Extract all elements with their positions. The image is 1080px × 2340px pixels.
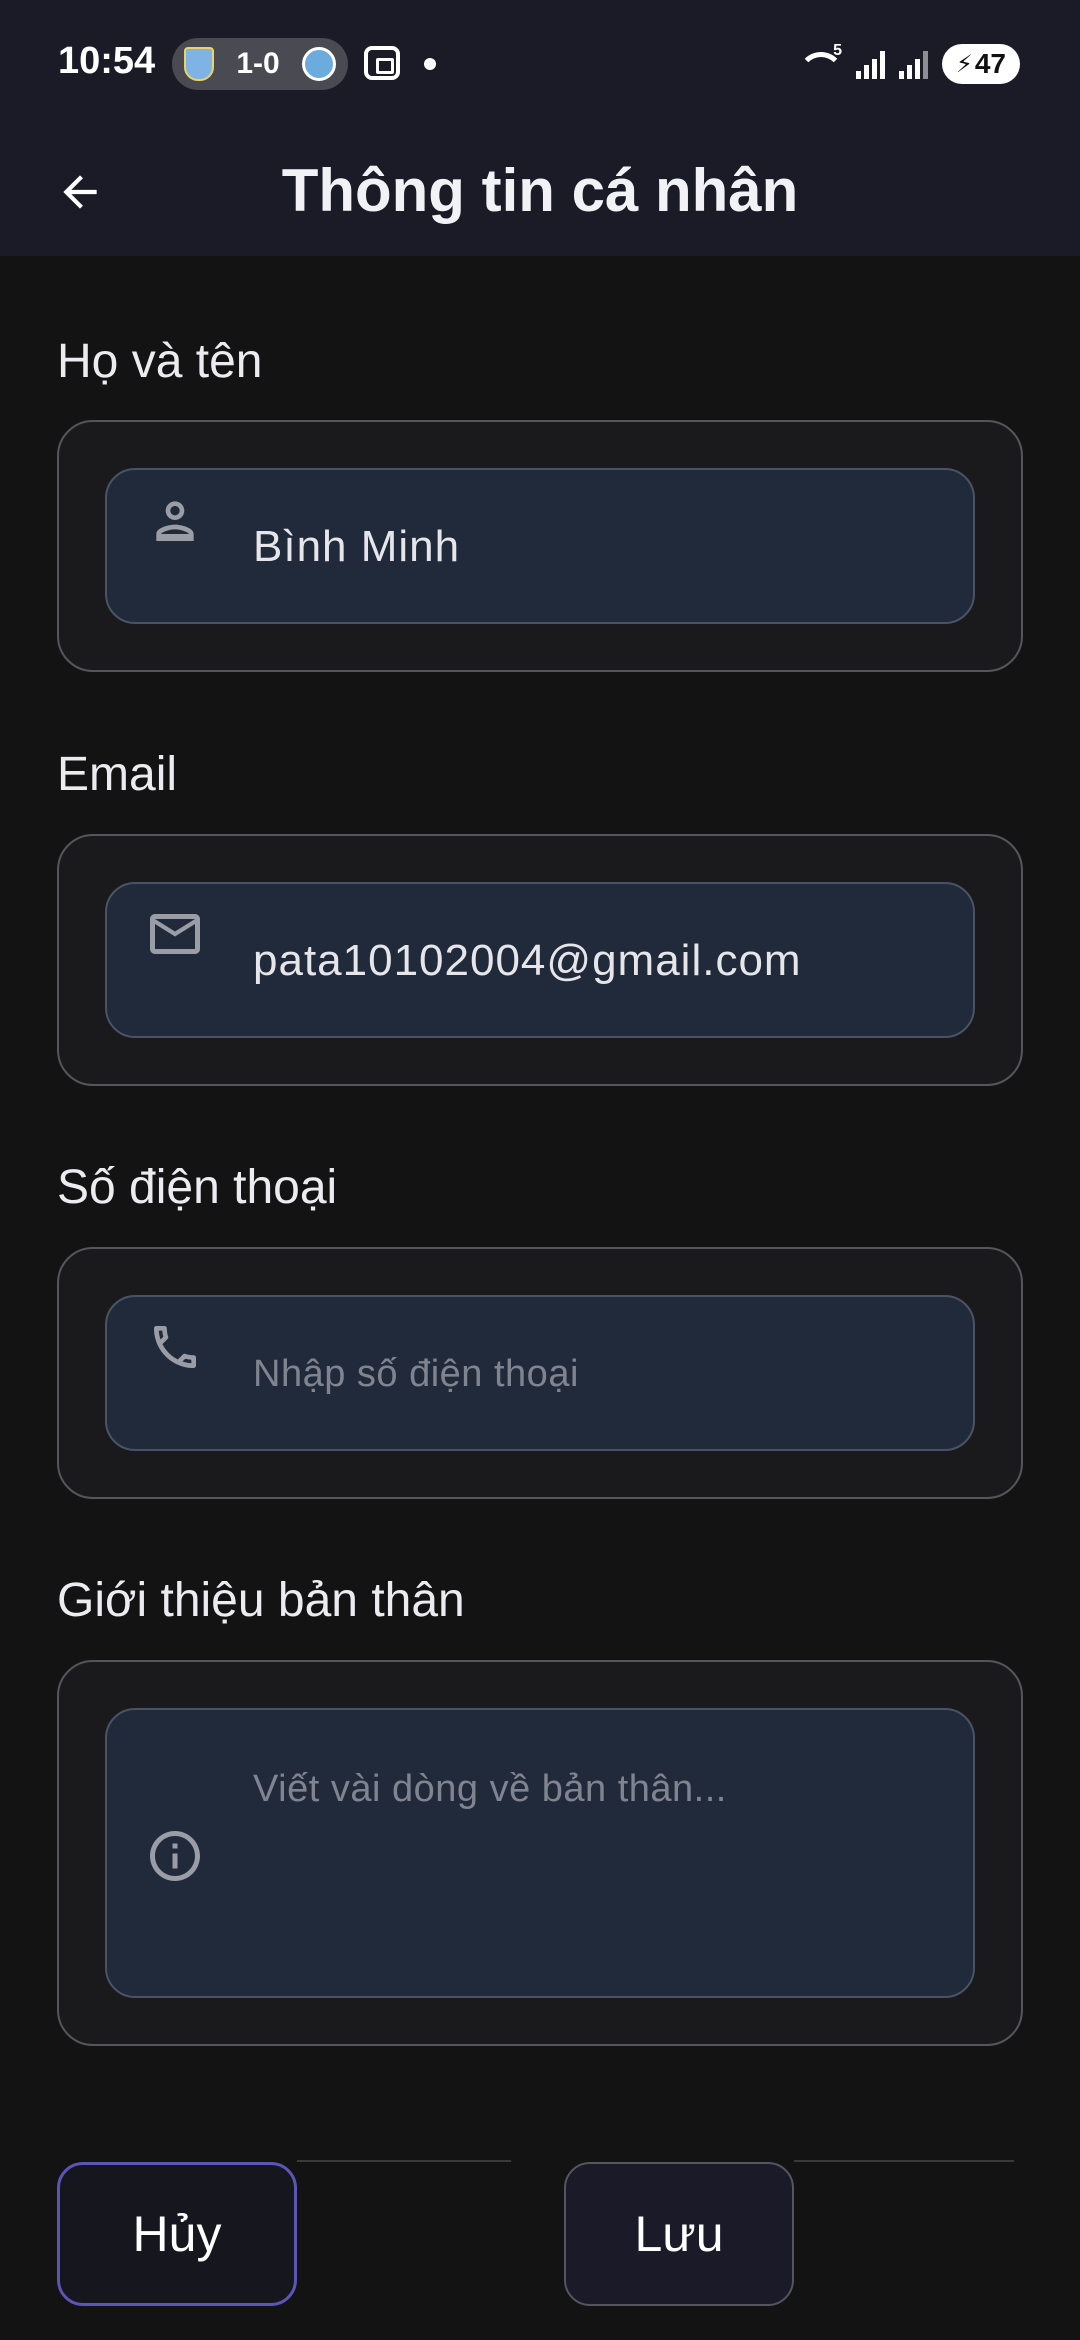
charging-bolt-icon: ⚡: [955, 50, 973, 78]
bio-card: Viết vài dòng về bản thân...: [57, 1660, 1023, 2046]
name-label: Họ và tên: [57, 335, 263, 388]
bottom-divider: [297, 2160, 511, 2162]
bio-placeholder: Viết vài dòng về bản thân...: [253, 1768, 727, 1810]
email-field[interactable]: pata10102004@gmail.com: [105, 882, 975, 1038]
status-time: 10:54: [58, 40, 156, 82]
bio-textarea[interactable]: Viết vài dòng về bản thân...: [105, 1708, 975, 1998]
name-value: Bình Minh: [253, 522, 461, 571]
page-title: Thông tin cá nhân: [281, 157, 799, 224]
arrow-back-icon: [63, 175, 97, 209]
signal-icon: [856, 49, 885, 79]
battery-icon: ⚡ 47: [942, 44, 1020, 84]
wifi-icon: [798, 42, 844, 82]
phone-icon: [143, 1315, 207, 1379]
phone-input[interactable]: Nhập số điện thoại: [105, 1295, 975, 1451]
back-button[interactable]: [40, 152, 120, 232]
info-icon: [143, 1824, 207, 1888]
status-bar: 10:54 1-0 ⚡ 47: [0, 0, 1080, 126]
live-score: 1-0: [236, 47, 280, 80]
name-card: Bình Minh: [57, 420, 1023, 672]
system-icons: ⚡ 47: [798, 40, 1020, 88]
app-bar: Thông tin cá nhân: [0, 126, 1080, 256]
phone-placeholder: Nhập số điện thoại: [253, 1353, 579, 1395]
email-label: Email: [57, 748, 178, 801]
phone-card: Nhập số điện thoại: [57, 1247, 1023, 1499]
bottom-divider-right: [794, 2160, 1014, 2162]
name-input[interactable]: Bình Minh: [105, 468, 975, 624]
home-club-badge-icon: [184, 47, 214, 81]
person-icon: [143, 488, 207, 552]
battery-level: 47: [974, 48, 1006, 79]
screen-record-icon: [364, 46, 400, 80]
live-score-pill[interactable]: 1-0: [172, 38, 348, 90]
phone-label: Số điện thoại: [57, 1161, 338, 1214]
cancel-button[interactable]: Hủy: [57, 2162, 297, 2306]
away-club-badge-icon: [301, 47, 336, 81]
mail-icon: [143, 902, 207, 966]
notification-dot-icon: [424, 58, 436, 70]
save-button[interactable]: Lưu: [564, 2162, 794, 2306]
bio-label: Giới thiệu bản thân: [57, 1574, 465, 1627]
email-value: pata10102004@gmail.com: [253, 936, 802, 985]
email-card: pata10102004@gmail.com: [57, 834, 1023, 1086]
signal-2-icon: [899, 49, 928, 79]
